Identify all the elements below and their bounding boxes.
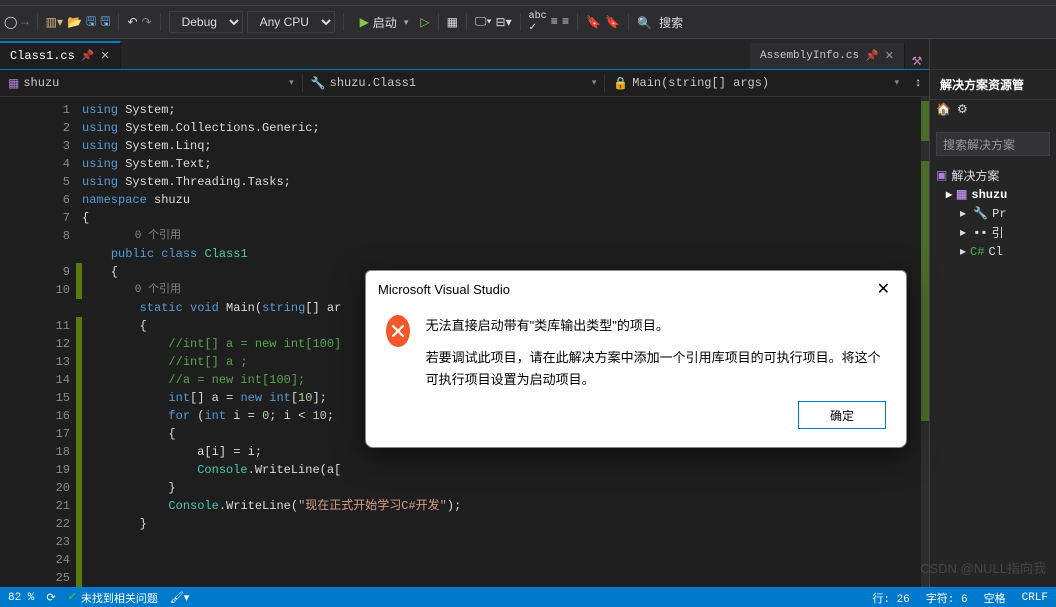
dialog-title-text: Microsoft Visual Studio <box>378 282 510 297</box>
tab-assemblyinfo[interactable]: AssemblyInfo.cs 📌 ✕ <box>750 43 905 69</box>
redo-icon[interactable]: ↷ <box>142 15 152 30</box>
dialog-message: 无法直接启动带有"类库输出类型"的项目。 若要调试此项目，请在此解决方案中添加一… <box>426 315 886 391</box>
tool-icon[interactable]: ⚙ <box>957 102 968 124</box>
side-tab-strip <box>930 39 1056 70</box>
breadcrumb: ▦shuzu▾ 🔧shuzu.Class1▾ 🔒Main(string[] ar… <box>0 70 929 97</box>
brush-icon[interactable]: 🖌▾ <box>170 591 190 605</box>
save-all-icon[interactable]: 🖫 <box>100 12 110 33</box>
issues-status[interactable]: ✔未找到相关问题 <box>68 590 158 606</box>
error-icon <box>386 315 410 347</box>
uncomment-icon[interactable]: ≡ <box>562 15 569 29</box>
status-indent[interactable]: 空格 <box>984 590 1006 606</box>
status-bar: 82 % ⟳ ✔未找到相关问题 🖌▾ 行: 26 字符: 6 空格 CRLF <box>0 587 1056 607</box>
window-icon[interactable]: ⊟▾ <box>496 15 512 30</box>
tab-label: Class1.cs <box>10 49 75 63</box>
tree-class-file[interactable]: ▸ C# Cl <box>932 242 1054 261</box>
comment-icon[interactable]: ≡ <box>551 15 558 29</box>
config-select[interactable]: Debug <box>169 11 243 33</box>
zoom-level[interactable]: 82 % <box>8 592 34 604</box>
pin-icon[interactable]: 📌 <box>81 49 95 63</box>
home-icon[interactable]: 🏠 <box>936 102 951 124</box>
tree-solution-root[interactable]: ▣解决方案 <box>932 166 1054 185</box>
overview-ruler[interactable] <box>921 97 929 587</box>
status-ext-icon[interactable]: ⟳ <box>46 591 55 605</box>
dialog-ok-button[interactable]: 确定 <box>798 401 886 429</box>
tree-references[interactable]: ▸ ▪▪ 引 <box>932 223 1054 242</box>
status-eol[interactable]: CRLF <box>1022 592 1048 604</box>
abc-icon[interactable]: abc✓ <box>529 11 547 34</box>
split-icon[interactable]: ↕ <box>907 76 929 90</box>
tab-label: AssemblyInfo.cs <box>760 50 859 62</box>
crumb-member[interactable]: 🔒Main(string[] args)▾ <box>605 70 907 96</box>
crumb-class[interactable]: 🔧shuzu.Class1▾ <box>303 70 605 96</box>
pin-icon[interactable]: 📌 <box>865 49 879 63</box>
tree-project[interactable]: ▸ ▦shuzu <box>932 185 1054 204</box>
solution-explorer: 解决方案资源管 🏠 ⚙ 搜索解决方案 ▣解决方案 ▸ ▦shuzu ▸ 🔧 Pr… <box>929 39 1056 587</box>
dialog-close-button[interactable]: ✕ <box>873 275 894 303</box>
error-dialog: Microsoft Visual Studio ✕ 无法直接启动带有"类库输出类… <box>365 270 907 448</box>
tree-properties[interactable]: ▸ 🔧 Pr <box>932 204 1054 223</box>
bookmark-icon[interactable]: 🔖 <box>586 15 601 30</box>
line-gutter: 12345678 910 111213141516171819202122232… <box>0 97 76 587</box>
tab-class1[interactable]: Class1.cs 📌 ✕ <box>0 41 121 69</box>
start-no-debug-icon[interactable]: ▷ <box>420 15 429 30</box>
close-icon[interactable]: ✕ <box>885 49 894 63</box>
document-tabbar: Class1.cs 📌 ✕ AssemblyInfo.cs 📌 ✕ ⚒ <box>0 39 929 70</box>
crumb-project[interactable]: ▦shuzu▾ <box>0 70 302 96</box>
toolbox-icon[interactable]: ⚒ <box>905 54 929 69</box>
save-icon[interactable]: 🖫 <box>86 12 96 33</box>
nav-back-icon[interactable]: ◯ <box>4 15 17 30</box>
solution-search[interactable]: 搜索解决方案 <box>936 132 1050 156</box>
main-toolbar: ◯ → ▥▾ 📂 🖫 🖫 ↶ ↷ Debug Any CPU ▶启动▾ ▷ ▦ … <box>0 6 1056 39</box>
status-col[interactable]: 字符: 6 <box>926 590 968 606</box>
close-icon[interactable]: ✕ <box>101 49 110 63</box>
screen-icon[interactable]: 🖵▾ <box>475 15 492 29</box>
tool-icon[interactable]: ▦ <box>447 15 458 30</box>
bookmark2-icon[interactable]: 🔖 <box>605 15 620 30</box>
open-icon[interactable]: 📂 <box>67 15 82 30</box>
solution-tree[interactable]: ▣解决方案 ▸ ▦shuzu ▸ 🔧 Pr ▸ ▪▪ 引 ▸ C# Cl <box>930 162 1056 265</box>
watermark: CSDN @NULL指向我 <box>920 558 1046 577</box>
nav-fwd-icon[interactable]: → <box>21 15 28 29</box>
platform-select[interactable]: Any CPU <box>247 11 335 33</box>
new-file-icon[interactable]: ▥▾ <box>46 15 63 30</box>
search-icon[interactable]: 🔍 搜索 <box>637 14 683 31</box>
start-button[interactable]: ▶启动▾ <box>352 11 417 33</box>
status-line[interactable]: 行: 26 <box>872 590 909 606</box>
undo-icon[interactable]: ↶ <box>127 15 137 30</box>
solution-title: 解决方案资源管 <box>930 70 1056 100</box>
